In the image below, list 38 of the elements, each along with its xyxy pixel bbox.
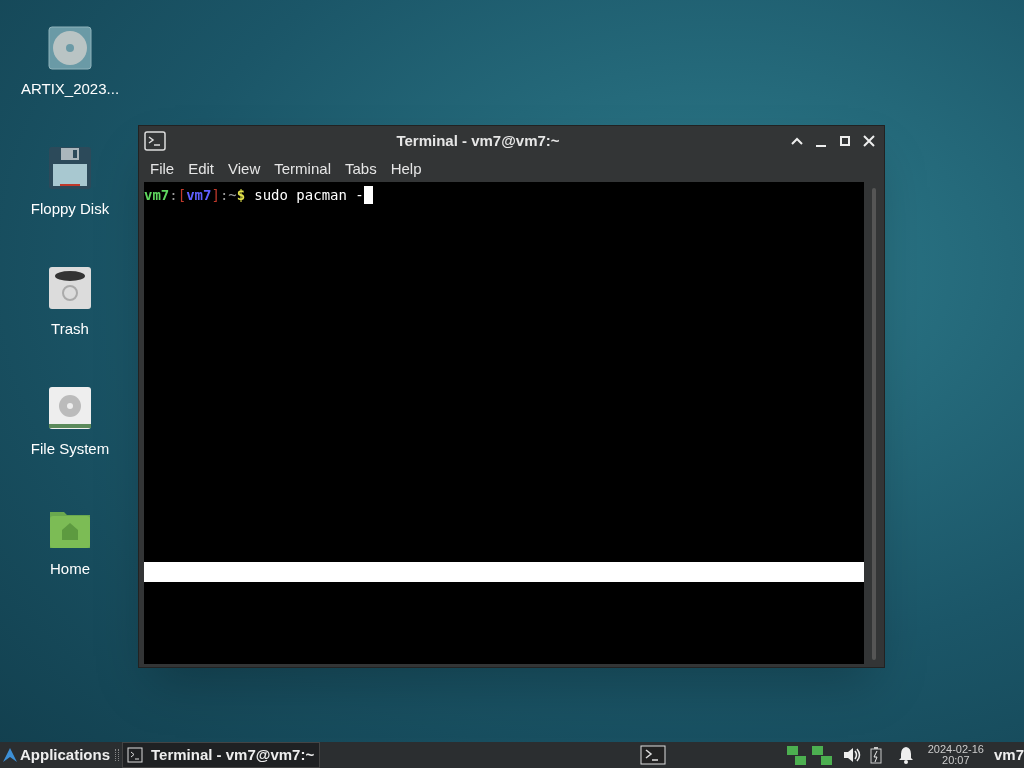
applications-menu-button[interactable]: Applications	[0, 742, 112, 768]
prompt-text: [	[177, 185, 187, 205]
prompt-text: ]	[211, 185, 220, 205]
menu-item[interactable]: Edit	[181, 157, 222, 181]
date-text: 2024-02-16	[927, 744, 984, 755]
menu-item[interactable]: View	[221, 157, 268, 181]
menu-item[interactable]: Tabs	[337, 157, 384, 181]
terminal-icon	[127, 747, 143, 763]
command-text: sudo pacman -	[254, 185, 364, 205]
terminal-area[interactable]: vm7:[vm7]:~$ sudo pacman -	[144, 182, 864, 664]
battery-icon[interactable]	[869, 746, 882, 764]
volume-icon[interactable]	[841, 746, 862, 764]
prompt-text: vm7	[144, 185, 170, 205]
time-text: 20:07	[942, 755, 970, 766]
hard-drive-icon	[48, 386, 92, 430]
prompt-text: $	[236, 185, 246, 205]
logo-icon	[2, 747, 18, 763]
maximize-button[interactable]	[838, 134, 852, 148]
window-title: Terminal - vm7@vm7:~	[395, 130, 561, 151]
desktop-icon-label[interactable]: File System	[30, 438, 110, 461]
close-button[interactable]	[862, 134, 876, 148]
notification-bell-icon[interactable]	[897, 746, 914, 764]
trash-icon	[48, 266, 92, 310]
text-cursor	[363, 186, 373, 204]
desktop-icon-label[interactable]: Home	[50, 558, 90, 581]
terminal-icon[interactable]	[639, 745, 666, 765]
prompt-text: :~	[219, 185, 237, 205]
user-name[interactable]: vm7	[993, 743, 1024, 767]
desktop-icon-label[interactable]: ARTIX_2023...	[20, 78, 120, 101]
menu-item[interactable]: File	[143, 157, 182, 181]
desktop-icon-label[interactable]: Floppy Disk	[30, 198, 110, 221]
terminal-icon	[144, 131, 166, 151]
prompt-text: :	[169, 185, 178, 205]
prompt-text: vm7	[186, 185, 212, 205]
taskbar-task[interactable]: Terminal - vm7@vm7:~	[122, 742, 320, 768]
menu-item[interactable]: Terminal	[267, 157, 338, 181]
desktop-icon-label[interactable]: Trash	[51, 318, 89, 341]
menu-item[interactable]: Help	[383, 157, 429, 181]
